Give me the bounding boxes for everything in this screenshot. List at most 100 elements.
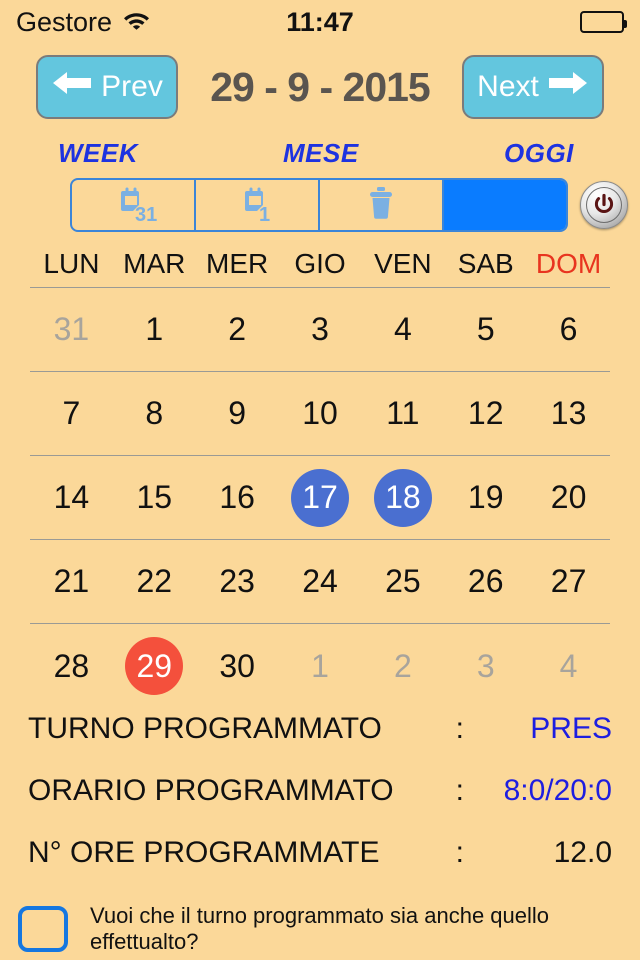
calendar-day: 7 [62,395,81,431]
calendar-day-today: 29 [125,637,184,695]
calendar-cell[interactable]: 7 [30,385,113,443]
info-value: 12.0 [553,836,612,869]
calendar-cell[interactable]: 18 [361,468,444,527]
calendar-cell[interactable]: 1 [113,301,196,359]
calendar-cell[interactable]: 11 [361,385,444,443]
calendar-day-selected: 18 [373,468,432,527]
next-button-label: Next [477,70,539,103]
calendar-cell[interactable]: 29 [113,637,196,695]
calendar-cell[interactable]: 14 [30,469,113,527]
weekday-header-sunday: DOM [535,247,602,279]
wifi-icon [123,10,150,35]
info-value: 8:0/20:0 [503,774,612,807]
info-row: N° ORE PROGRAMMATE : 12.0 [0,836,640,898]
calendar-day: 13 [550,395,587,431]
weekday-header: MER [206,247,269,279]
calendar-day-outside: 3 [476,647,495,684]
calendar-day: 19 [467,479,504,515]
calendar-cell[interactable]: 21 [30,553,113,611]
calendar-cell[interactable]: 3 [444,637,527,695]
label-week: WEEK [58,138,138,168]
calendar-day: 9 [228,395,247,431]
info-row: ORARIO PROGRAMMATO : 8:0/20:0 [0,774,640,836]
calendar-day: 2 [228,311,247,347]
calendar-cell[interactable]: 3 [279,301,362,359]
calendar-cell[interactable]: 2 [361,637,444,695]
prev-button[interactable]: Prev [36,55,178,119]
calendar-cell[interactable]: 5 [444,301,527,359]
calendar-cell[interactable]: 17 [279,468,362,527]
calendar-day-outside: 1 [311,647,329,684]
calendar-cell[interactable]: 4 [527,637,610,695]
segment-calendar-month[interactable]: 31 [72,180,196,230]
calendar-cell[interactable]: 12 [444,385,527,443]
calendar-day: 11 [386,395,420,431]
info-row: TURNO PROGRAMMATO : PRES [0,712,640,774]
label-oggi: OGGI [504,138,574,168]
info-separator: : [455,836,464,869]
weekday-header: GIO [294,247,346,279]
calendar-cell[interactable]: 10 [279,385,362,443]
calendar-cell[interactable]: 15 [113,469,196,527]
weekday-header: VEN [374,247,432,279]
calendar-cell[interactable]: 28 [30,637,113,695]
calendar-cell[interactable]: 1 [279,637,362,695]
confirm-bar: Vuoi che il turno programmato sia anche … [0,898,640,960]
navigation-bar: Prev 29 - 9 - 2015 Next [0,52,640,122]
calendar-day: 15 [136,479,173,515]
calendar-day: 20 [550,479,587,515]
confirm-question: Vuoi che il turno programmato sia anche … [90,903,550,954]
calendar-cell[interactable]: 22 [113,553,196,611]
calendar-cell[interactable]: 24 [279,553,362,611]
calendar-week-row: 31 1 2 3 4 5 6 [30,288,610,372]
power-icon [586,187,622,223]
calendar-cell[interactable]: 16 [196,469,279,527]
calendar-day: 12 [467,395,504,431]
calendar-week-row: 14 15 16 17 18 19 20 [30,456,610,540]
calendar-week-row: 21 22 23 24 25 26 27 [30,540,610,624]
calendar-day: 25 [385,563,421,599]
status-bar: Gestore 11:47 [0,0,640,44]
calendar-cell[interactable]: 19 [444,469,527,527]
info-label: TURNO PROGRAMMATO [28,712,382,745]
next-button[interactable]: Next [462,55,604,119]
calendar-cell[interactable]: 31 [30,301,113,359]
arrow-right-icon [547,69,589,105]
segment-row: 31 1 [0,176,640,234]
info-label: N° ORE PROGRAMMATE [28,836,380,869]
calendar-cell[interactable]: 30 [196,637,279,695]
calendar-day: 10 [302,395,338,431]
confirm-checkbox[interactable] [18,906,68,952]
calendar-day: 1 [145,311,164,347]
calendar-day: 21 [53,563,90,599]
calendar-cell[interactable]: 20 [527,469,610,527]
info-separator: : [455,712,464,745]
weekday-header: SAB [457,247,514,279]
calendar-cell[interactable]: 8 [113,385,196,443]
power-button[interactable] [580,181,628,229]
calendar-day: 4 [393,311,412,347]
calendar-day: 30 [219,647,255,684]
calendar-cell[interactable]: 4 [361,301,444,359]
calendar-cell[interactable]: 9 [196,385,279,443]
info-separator: : [455,774,464,807]
calendar-day: 14 [53,479,90,515]
segment-selected-empty[interactable] [444,180,566,230]
view-mode-segmented-control[interactable]: 31 1 [70,178,568,232]
calendar-cell[interactable]: 26 [444,553,527,611]
carrier-label: Gestore [16,6,113,37]
calendar-cell[interactable]: 23 [196,553,279,611]
page-title: 29 - 9 - 2015 [210,63,431,110]
weekday-header-row: LUN MAR MER GIO VEN SAB DOM [30,240,610,288]
weekday-header: MAR [123,247,186,279]
segment-delete[interactable] [320,180,444,230]
segment-calendar-day[interactable]: 1 [196,180,320,230]
calendar-cell[interactable]: 6 [527,301,610,359]
calendar-day-outside: 31 [53,311,90,347]
segment-badge: 1 [259,204,271,226]
calendar-cell[interactable]: 25 [361,553,444,611]
calendar-cell[interactable]: 13 [527,385,610,443]
calendar-cell[interactable]: 2 [196,301,279,359]
calendar-cell[interactable]: 27 [527,553,610,611]
calendar-day-selected: 17 [291,468,349,527]
